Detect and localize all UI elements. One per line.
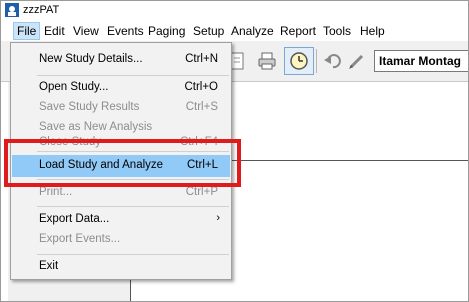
- menu-item-label: Save as New Analysis: [39, 121, 153, 133]
- menu-item-export-data[interactable]: Export Data... ›: [12, 209, 230, 231]
- menu-separator: [37, 206, 229, 207]
- menu-separator: [37, 75, 229, 76]
- edit-pen-button[interactable]: [342, 47, 372, 75]
- menu-item-new-study[interactable]: New Study Details... Ctrl+N: [12, 49, 230, 71]
- menu-file[interactable]: File: [13, 22, 41, 40]
- menu-item-label: New Study Details...: [39, 53, 143, 65]
- menu-edit[interactable]: Edit: [41, 23, 68, 39]
- annotation-highlight-box: [4, 139, 241, 187]
- menu-item-export-events[interactable]: Export Events...: [12, 229, 230, 251]
- menu-item-label: Export Events...: [39, 233, 121, 245]
- menu-item-shortcut: Ctrl+O: [184, 81, 218, 93]
- pencil-icon: [349, 54, 364, 69]
- clock-button[interactable]: [284, 47, 314, 75]
- undo-icon: [324, 54, 341, 69]
- menu-tools[interactable]: Tools: [320, 23, 354, 39]
- menu-events[interactable]: Events: [104, 23, 147, 39]
- app-icon: [5, 3, 19, 17]
- menu-item-exit[interactable]: Exit: [12, 256, 230, 278]
- title-bar: zzzPAT: [0, 0, 469, 20]
- menu-item-label: Exit: [39, 260, 59, 272]
- clock-icon: [290, 52, 308, 70]
- menu-item-save-study-results[interactable]: Save Study Results Ctrl+S: [12, 97, 230, 119]
- printer-icon: [258, 52, 276, 70]
- menu-item-label: Print...: [39, 186, 73, 198]
- menu-item-shortcut: Ctrl+N: [185, 53, 218, 65]
- menu-analyze[interactable]: Analyze: [228, 23, 277, 39]
- menu-item-label: Open Study...: [39, 81, 109, 93]
- chevron-right-icon: ›: [216, 212, 220, 224]
- print-button[interactable]: [252, 47, 282, 75]
- app-title: zzzPAT: [23, 4, 60, 16]
- menu-separator: [37, 254, 229, 255]
- patient-name-field[interactable]: Itamar Montag: [374, 50, 469, 72]
- menu-item-open-study[interactable]: Open Study... Ctrl+O: [12, 77, 230, 99]
- menu-setup[interactable]: Setup: [190, 23, 227, 39]
- menu-bar: File Edit View Events Paging Setup Analy…: [0, 20, 469, 41]
- menu-item-shortcut: Ctrl+P: [185, 186, 218, 198]
- menu-view[interactable]: View: [70, 23, 102, 39]
- menu-help[interactable]: Help: [357, 23, 388, 39]
- menu-item-shortcut: Ctrl+S: [185, 101, 218, 113]
- menu-paging[interactable]: Paging: [145, 23, 188, 39]
- toolbar-separator: [316, 49, 317, 73]
- menu-item-label: Save Study Results: [39, 101, 140, 113]
- menu-report[interactable]: Report: [277, 23, 319, 39]
- menu-item-label: Export Data...: [39, 213, 110, 225]
